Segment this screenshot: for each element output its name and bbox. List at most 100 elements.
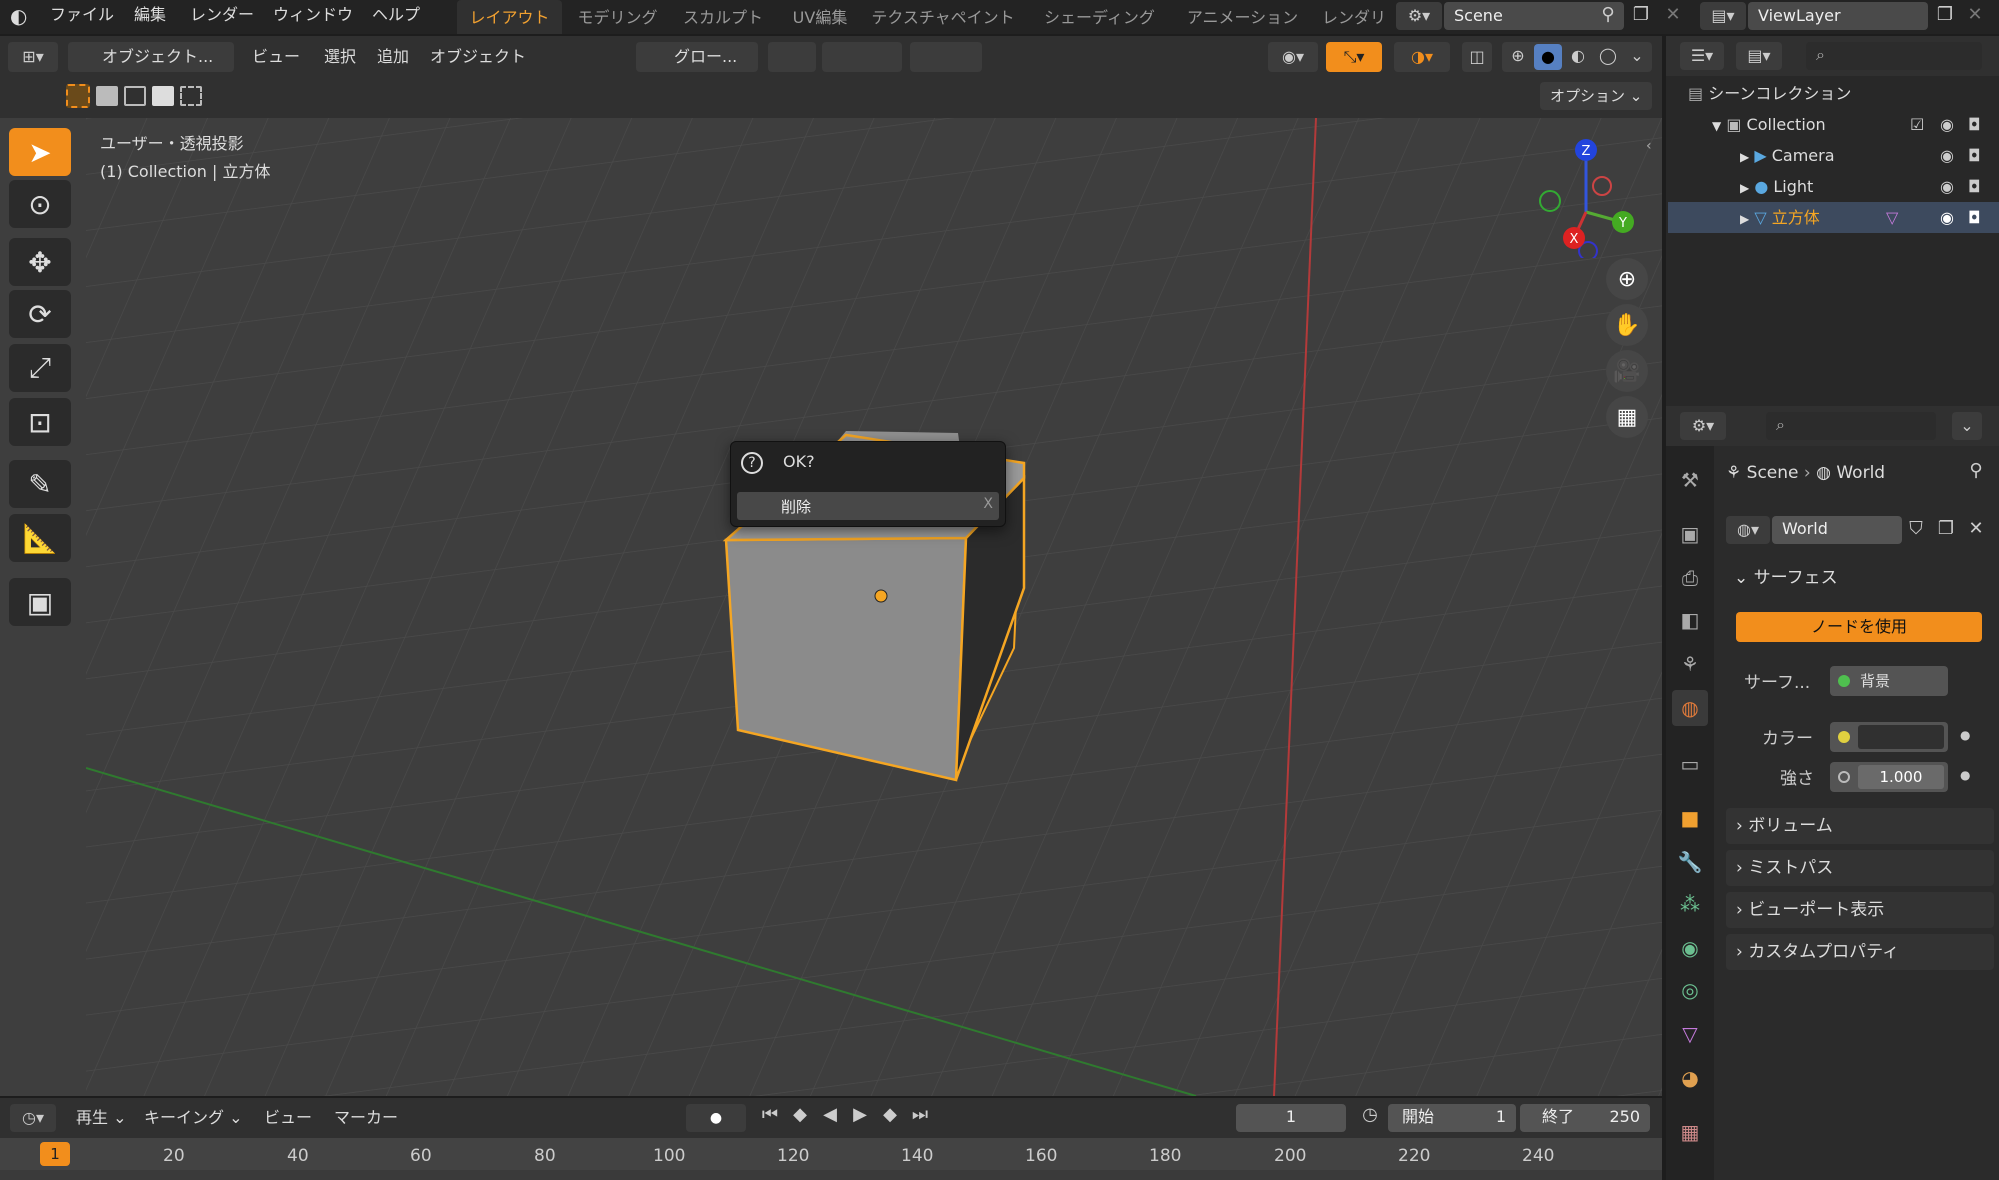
light-render-icon[interactable]: ◘ [1968, 171, 1981, 202]
display-mode-icon[interactable]: ▤▾ [1736, 42, 1782, 70]
menu-playback[interactable]: 再生 ⌄ [76, 1104, 127, 1132]
new-scene-icon[interactable]: ❐ [1628, 4, 1654, 25]
tab-texture-paint[interactable]: テクスチャペイント [868, 0, 1018, 34]
pin-properties-icon[interactable]: ⚲ [1964, 460, 1988, 481]
options-dropdown[interactable]: オプション ⌄ [1540, 82, 1652, 110]
play-reverse-icon[interactable]: ◀ [816, 1104, 844, 1125]
end-frame-field[interactable]: 終了 250 [1520, 1104, 1650, 1132]
view-layer-tab-icon[interactable]: ◧ [1672, 602, 1708, 638]
viewlayer-name-field[interactable]: ViewLayer [1748, 2, 1928, 30]
color-field[interactable] [1830, 722, 1948, 752]
preview-range-icon[interactable]: ◷ [1356, 1104, 1384, 1125]
playhead-frame[interactable]: 1 [40, 1142, 70, 1166]
menu-marker[interactable]: マーカー [334, 1104, 398, 1132]
start-frame-field[interactable]: 開始 1 [1388, 1104, 1516, 1132]
blender-logo-icon[interactable]: ◐ [10, 4, 36, 28]
rendered-shading-icon[interactable]: ◯ [1596, 46, 1620, 68]
data-tab-icon[interactable]: ▽ [1672, 1016, 1708, 1052]
physics-tab-icon[interactable]: ◉ [1672, 930, 1708, 966]
properties-editor-icon[interactable]: ⚙▾ [1680, 412, 1726, 440]
jump-end-icon[interactable]: ⏭ [906, 1104, 934, 1125]
scene-selector-icon[interactable]: ⚙▾ [1396, 2, 1442, 30]
volume-panel[interactable]: › ボリューム [1726, 808, 1994, 844]
select-new-icon[interactable] [66, 84, 90, 108]
menu-file[interactable]: ファイル [50, 0, 114, 30]
menu-render[interactable]: レンダー [190, 0, 254, 30]
gizmo-toggle-icon[interactable]: ⤡▾ [1326, 42, 1382, 72]
particles-tab-icon[interactable]: ⁂ [1672, 886, 1708, 922]
light-eye-icon[interactable]: ◉ [1940, 171, 1954, 202]
next-keyframe-icon[interactable]: ◆ [876, 1104, 904, 1125]
wireframe-shading-icon[interactable]: ⊕ [1506, 46, 1530, 68]
scale-tool-icon[interactable]: ⤢ [9, 344, 71, 392]
tab-shading[interactable]: シェーディング [1037, 0, 1162, 34]
zoom-icon[interactable]: ⊕ [1606, 258, 1648, 300]
transform-tool-icon[interactable]: ⊡ [9, 398, 71, 446]
menu-help[interactable]: ヘルプ [372, 0, 420, 30]
constraints-tab-icon[interactable]: ◎ [1672, 972, 1708, 1008]
timeline-editor-icon[interactable]: ◷▾ [10, 1104, 56, 1132]
jump-start-icon[interactable]: ⏮ [756, 1104, 784, 1125]
viewport-display-panel[interactable]: › ビューポート表示 [1726, 892, 1994, 928]
transform-orientation-dropdown[interactable]: グロー... [636, 42, 758, 72]
outliner-editor-icon[interactable]: ☰▾ [1680, 42, 1724, 70]
menu-object[interactable]: オブジェクト [430, 42, 526, 72]
texture-tab-icon[interactable]: ▦ [1672, 1114, 1708, 1150]
sidebar-toggle-icon[interactable]: ‹ [1646, 138, 1662, 158]
record-icon[interactable]: ● [686, 1104, 746, 1132]
pin-icon[interactable]: ⚲ [1596, 4, 1620, 25]
unlink-world-icon[interactable]: ✕ [1964, 518, 1988, 539]
menu-add[interactable]: 追加 [377, 42, 409, 72]
collection-checkbox-icon[interactable]: ☑ [1910, 109, 1924, 140]
pan-hand-icon[interactable]: ✋ [1606, 304, 1648, 346]
outliner-collection[interactable]: ▼ ▣ Collection ☑ ◉ ◘ [1668, 109, 1999, 140]
camera-render-icon[interactable]: ◘ [1968, 140, 1981, 171]
mist-panel[interactable]: › ミストパス [1726, 850, 1994, 886]
pivot-point-icon[interactable] [768, 42, 816, 72]
tab-uv-edit[interactable]: UV編集 [780, 0, 860, 34]
outliner-item-camera[interactable]: ▶ ▶ Camera ◉ ◘ [1668, 140, 1999, 171]
viewlayer-selector-icon[interactable]: ▤▾ [1700, 2, 1746, 30]
navigation-gizmo[interactable]: Z Y X [1526, 138, 1646, 258]
mode-dropdown[interactable]: オブジェクト... [68, 42, 234, 72]
strength-value[interactable]: 1.000 [1858, 765, 1944, 789]
prev-keyframe-icon[interactable]: ◆ [786, 1104, 814, 1125]
close-scene-icon[interactable]: ✕ [1660, 4, 1686, 25]
strength-keyframe-icon[interactable]: ● [1960, 768, 1970, 782]
select-invert-icon[interactable] [152, 86, 174, 106]
menu-timeline-view[interactable]: ビュー [264, 1104, 312, 1132]
select-tool-icon[interactable]: ➤ [9, 128, 71, 176]
overlay-toggle-icon[interactable]: ◑▾ [1394, 42, 1450, 72]
use-nodes-button[interactable]: ノードを使用 [1736, 612, 1982, 642]
menu-edit[interactable]: 編集 [134, 0, 166, 30]
play-icon[interactable]: ▶ [846, 1104, 874, 1125]
menu-select[interactable]: 選択 [324, 42, 356, 72]
world-tab-icon[interactable]: ◍ [1672, 690, 1708, 726]
cube-eye-icon[interactable]: ◉ [1940, 202, 1954, 233]
properties-search-input[interactable]: ⌕ [1766, 412, 1936, 440]
output-tab-icon[interactable]: ⎙ [1672, 560, 1708, 596]
tab-rendering[interactable]: レンダリ [1318, 0, 1390, 34]
menu-keying[interactable]: キーイング ⌄ [144, 1104, 243, 1132]
annotate-tool-icon[interactable]: ✎ [9, 460, 71, 508]
close-viewlayer-icon[interactable]: ✕ [1962, 4, 1988, 25]
move-tool-icon[interactable]: ✥ [9, 238, 71, 286]
camera-eye-icon[interactable]: ◉ [1940, 140, 1954, 171]
xray-icon[interactable]: ◫ [1462, 42, 1492, 72]
collection-eye-icon[interactable]: ◉ [1940, 109, 1954, 140]
camera-view-icon[interactable]: 🎥 [1606, 350, 1648, 392]
menu-window[interactable]: ウィンドウ [273, 0, 353, 30]
shading-options-icon[interactable]: ⌄ [1626, 46, 1648, 68]
select-extend-icon[interactable] [96, 86, 118, 106]
strength-field[interactable]: 1.000 [1830, 762, 1948, 792]
fake-user-icon[interactable]: ⛉ [1904, 518, 1928, 539]
world-name-field[interactable]: World [1772, 516, 1902, 544]
surface-panel-header[interactable]: ⌄ サーフェス [1726, 560, 1994, 596]
proportional-edit-icon[interactable] [910, 42, 982, 72]
collection-render-icon[interactable]: ◘ [1968, 109, 1981, 140]
tab-sculpt[interactable]: スカルプト [673, 0, 773, 34]
new-world-icon[interactable]: ❐ [1934, 518, 1958, 539]
tab-animation[interactable]: アニメーション [1175, 0, 1310, 34]
perspective-toggle-icon[interactable]: ▦ [1606, 396, 1648, 438]
timeline-ruler[interactable]: 1 20 40 60 80 100 120 140 160 180 200 22… [0, 1138, 1662, 1180]
